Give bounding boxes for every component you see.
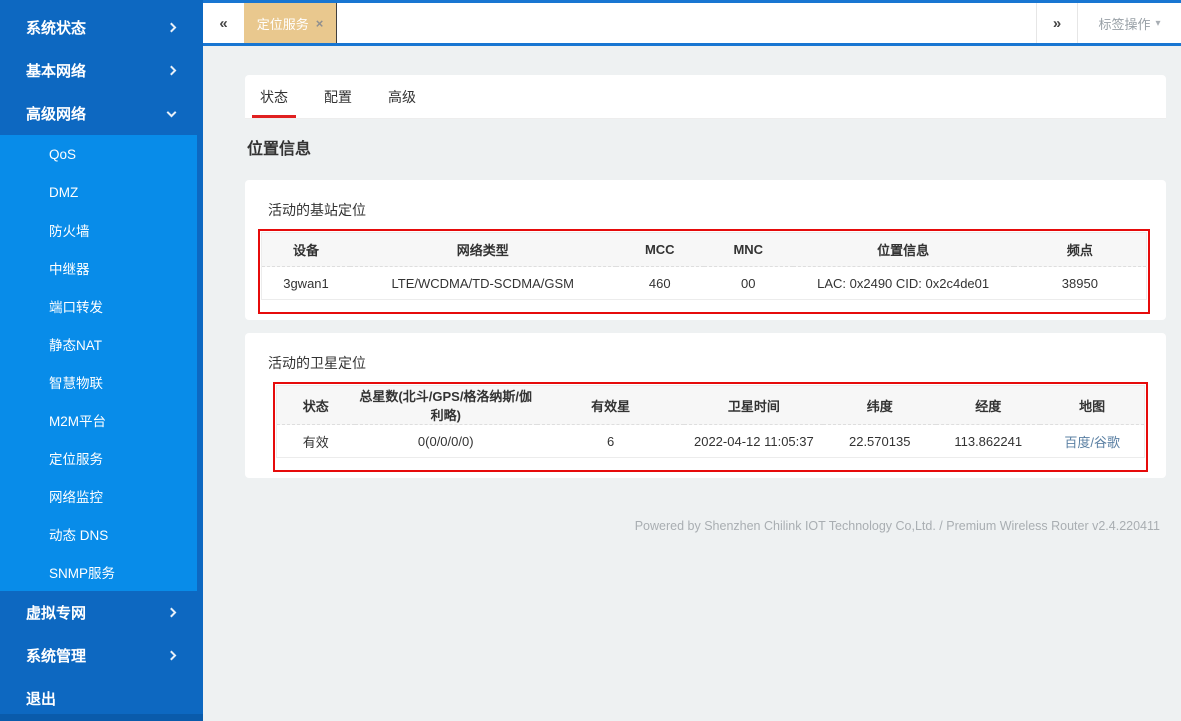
sidebar-item-qos[interactable]: QoS xyxy=(0,135,197,173)
table-row: 3gwan1 LTE/WCDMA/TD-SCDMA/GSM 460 00 LAC… xyxy=(262,267,1147,300)
tab-bar: « 定位服务 × » 标签操作 ▾ xyxy=(203,0,1181,46)
scroll-tabs-left-button[interactable]: « xyxy=(203,3,244,43)
tab-operations-dropdown[interactable]: 标签操作 ▾ xyxy=(1077,3,1181,43)
cell-mnc: 00 xyxy=(704,267,793,300)
content-area: 状态 配置 高级 位置信息 活动的基站定位 设备 网络类型 MCC xyxy=(203,46,1181,721)
col-map: 地图 xyxy=(1040,386,1144,425)
sidebar-item-static-nat[interactable]: 静态NAT xyxy=(0,325,197,363)
chevron-right-icon xyxy=(167,651,177,661)
cell-frequency-point: 38950 xyxy=(1014,267,1147,300)
map-links-baidu-google[interactable]: 百度/谷歌 xyxy=(1040,425,1144,458)
cell-valid-satellites: 6 xyxy=(537,425,685,458)
sidebar-item-snmp-service[interactable]: SNMP服务 xyxy=(0,553,197,591)
satellite-card: 活动的卫星定位 状态 总星数(北斗/GPS/格洛纳斯/伽利略) 有效星 卫星时间… xyxy=(245,333,1166,478)
tab-label: 定位服务 xyxy=(257,14,309,33)
col-total-satellites: 总星数(北斗/GPS/格洛纳斯/伽利略) xyxy=(355,386,537,425)
sidebar-item-dmz[interactable]: DMZ xyxy=(0,173,197,211)
sidebar-item-network-monitor[interactable]: 网络监控 xyxy=(0,477,197,515)
sidebar-item-port-forwarding[interactable]: 端口转发 xyxy=(0,287,197,325)
sidebar-item-location-service[interactable]: 定位服务 xyxy=(0,439,197,477)
sidebar-item-label: 系统状态 xyxy=(26,17,86,38)
sidebar-item-advanced-network[interactable]: 高级网络 xyxy=(0,92,203,135)
cell-longitude: 113.862241 xyxy=(936,425,1040,458)
cell-satellite-time: 2022-04-12 11:05:37 xyxy=(684,425,823,458)
sidebar-item-label: 系统管理 xyxy=(26,645,86,666)
double-chevron-left-icon: « xyxy=(219,15,227,32)
cell-network-type: LTE/WCDMA/TD-SCDMA/GSM xyxy=(350,267,616,300)
col-location-info: 位置信息 xyxy=(793,233,1014,267)
page-title: 位置信息 xyxy=(247,135,1166,159)
tab-advanced[interactable]: 高级 xyxy=(380,75,424,118)
chevron-right-icon xyxy=(167,608,177,618)
satellite-section-label: 活动的卫星定位 xyxy=(268,353,1150,373)
tabbar-spacer xyxy=(337,3,1036,43)
sidebar-bottom-strip xyxy=(0,714,203,721)
sidebar-item-smart-iot[interactable]: 智慧物联 xyxy=(0,363,197,401)
sidebar-item-label: 基本网络 xyxy=(26,60,86,81)
sidebar-item-label: 虚拟专网 xyxy=(26,602,86,623)
sidebar-item-dynamic-dns[interactable]: 动态 DNS xyxy=(0,515,197,553)
cell-device: 3gwan1 xyxy=(262,267,351,300)
col-device: 设备 xyxy=(262,233,351,267)
col-frequency-point: 频点 xyxy=(1014,233,1147,267)
cell-location-info: LAC: 0x2490 CID: 0x2c4de01 xyxy=(793,267,1014,300)
sidebar-item-label: 高级网络 xyxy=(26,103,86,124)
annotation-box-satellite: 状态 总星数(北斗/GPS/格洛纳斯/伽利略) 有效星 卫星时间 纬度 经度 地… xyxy=(273,382,1148,472)
col-status: 状态 xyxy=(277,386,355,425)
base-station-section-label: 活动的基站定位 xyxy=(268,200,1150,220)
table-row: 有效 0(0/0/0/0) 6 2022-04-12 11:05:37 22.5… xyxy=(277,425,1145,458)
annotation-box-base-station: 设备 网络类型 MCC MNC 位置信息 频点 3gwan1 LTE/WCDMA… xyxy=(258,229,1150,314)
base-station-card: 活动的基站定位 设备 网络类型 MCC MNC 位置信息 xyxy=(245,180,1166,320)
col-mnc: MNC xyxy=(704,233,793,267)
cell-total-satellites: 0(0/0/0/0) xyxy=(355,425,537,458)
table-header-row: 状态 总星数(北斗/GPS/格洛纳斯/伽利略) 有效星 卫星时间 纬度 经度 地… xyxy=(277,386,1145,425)
col-network-type: 网络类型 xyxy=(350,233,616,267)
cell-status: 有效 xyxy=(277,425,355,458)
tab-operations-label: 标签操作 xyxy=(1098,14,1150,33)
sidebar: 系统状态 基本网络 高级网络 QoS DMZ 防火墙 中继器 端口转发 静态NA… xyxy=(0,0,203,721)
scroll-tabs-right-button[interactable]: » xyxy=(1036,3,1077,43)
double-chevron-right-icon: » xyxy=(1053,15,1061,32)
sidebar-item-basic-network[interactable]: 基本网络 xyxy=(0,49,203,92)
tab-status[interactable]: 状态 xyxy=(252,75,296,118)
cell-mcc: 460 xyxy=(616,267,705,300)
sidebar-item-system-management[interactable]: 系统管理 xyxy=(0,634,203,677)
chevron-down-icon xyxy=(167,107,177,117)
tab-config[interactable]: 配置 xyxy=(316,75,360,118)
main-area: « 定位服务 × » 标签操作 ▾ 状态 配置 高级 位置信息 活动的基站定位 xyxy=(203,0,1181,721)
chevron-right-icon xyxy=(167,23,177,33)
cell-latitude: 22.570135 xyxy=(823,425,936,458)
satellite-table: 状态 总星数(北斗/GPS/格洛纳斯/伽利略) 有效星 卫星时间 纬度 经度 地… xyxy=(276,385,1145,458)
sidebar-item-m2m-platform[interactable]: M2M平台 xyxy=(0,401,197,439)
col-latitude: 纬度 xyxy=(823,386,936,425)
col-mcc: MCC xyxy=(616,233,705,267)
sidebar-submenu: QoS DMZ 防火墙 中继器 端口转发 静态NAT 智慧物联 M2M平台 定位… xyxy=(0,135,197,591)
col-satellite-time: 卫星时间 xyxy=(684,386,823,425)
footer-text: Powered by Shenzhen Chilink IOT Technolo… xyxy=(245,519,1166,533)
table-header-row: 设备 网络类型 MCC MNC 位置信息 频点 xyxy=(262,233,1147,267)
base-station-table: 设备 网络类型 MCC MNC 位置信息 频点 3gwan1 LTE/WCDMA… xyxy=(261,232,1147,300)
close-icon[interactable]: × xyxy=(316,17,324,30)
sidebar-item-vpn[interactable]: 虚拟专网 xyxy=(0,591,203,634)
sidebar-item-label: 退出 xyxy=(26,688,56,709)
col-longitude: 经度 xyxy=(936,386,1040,425)
col-valid-satellites: 有效星 xyxy=(537,386,685,425)
caret-down-icon: ▾ xyxy=(1155,18,1160,29)
tab-location-service[interactable]: 定位服务 × xyxy=(244,3,337,43)
chevron-right-icon xyxy=(167,66,177,76)
sidebar-item-system-status[interactable]: 系统状态 xyxy=(0,6,203,49)
subtab-strip: 状态 配置 高级 xyxy=(245,75,1166,119)
sidebar-item-firewall[interactable]: 防火墙 xyxy=(0,211,197,249)
sidebar-item-repeater[interactable]: 中继器 xyxy=(0,249,197,287)
